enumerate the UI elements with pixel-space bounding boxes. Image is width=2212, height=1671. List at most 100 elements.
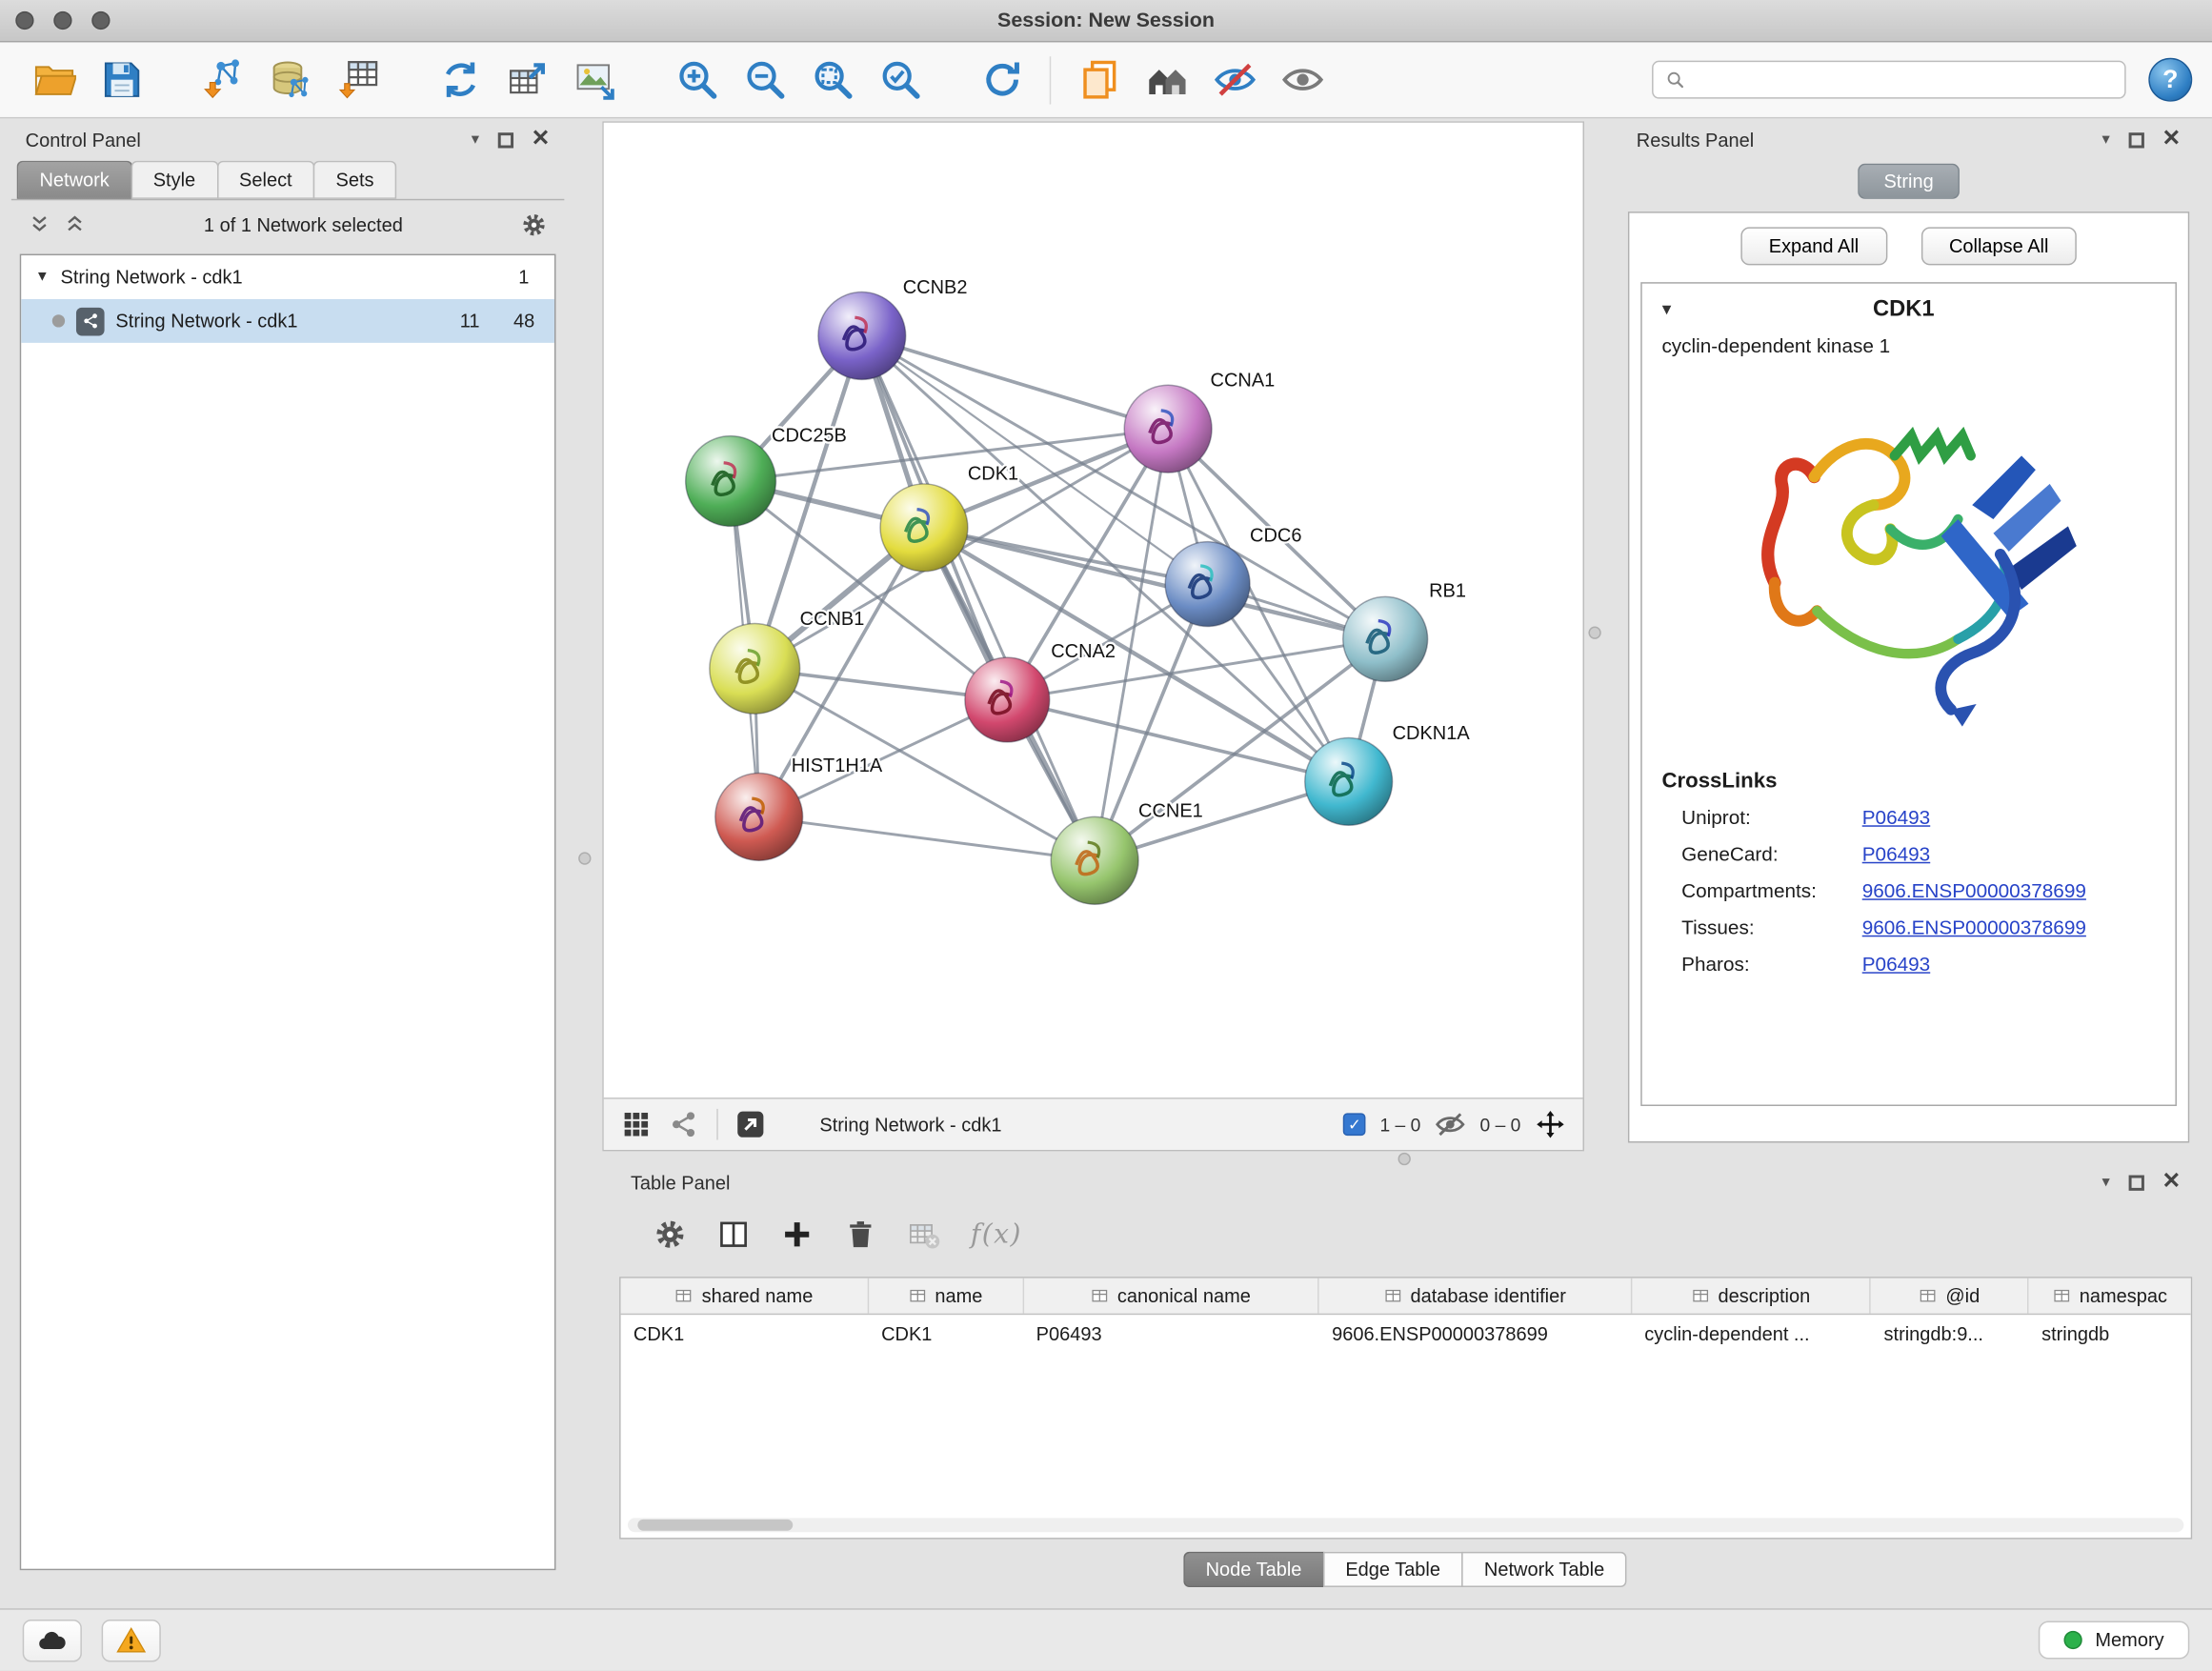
panel-float-icon[interactable] <box>2128 1175 2143 1190</box>
cell-name[interactable]: CDK1 <box>869 1323 1024 1344</box>
panel-menu-icon[interactable]: ▾ <box>2102 131 2110 147</box>
network-node-ccna2[interactable] <box>965 657 1050 742</box>
cell-shared-name[interactable]: CDK1 <box>621 1323 869 1344</box>
tab-network-table[interactable]: Network Table <box>1461 1552 1627 1587</box>
help-button[interactable]: ? <box>2148 58 2192 102</box>
network-node-cdkn1a[interactable] <box>1305 737 1393 825</box>
network-node-hist1h1a[interactable] <box>715 774 803 861</box>
network-node-cdc25b[interactable] <box>686 436 776 527</box>
tab-edge-table[interactable]: Edge Table <box>1323 1552 1463 1587</box>
splitter-handle[interactable] <box>1398 1153 1411 1165</box>
splitter-handle[interactable] <box>578 852 591 864</box>
delete-column-icon[interactable] <box>844 1218 878 1252</box>
table-row[interactable]: CDK1 CDK1 P06493 9606.ENSP00000378699 cy… <box>621 1315 2191 1353</box>
network-canvas[interactable]: CCNB2CCNA1CDC25BCDK1CDC6RB1CCNB1CCNA2CDK… <box>604 123 1583 1097</box>
warnings-button[interactable] <box>102 1619 161 1661</box>
collection-collapse-icon[interactable]: ▼ <box>35 270 50 285</box>
hide-selected-button[interactable] <box>1200 49 1268 111</box>
column-header-name[interactable]: name <box>869 1278 1024 1314</box>
network-edge-CDK1-RB1[interactable] <box>924 528 1385 639</box>
search-input[interactable] <box>1695 70 2114 91</box>
expand-all-button[interactable]: Expand All <box>1740 227 1887 265</box>
network-node-rb1[interactable] <box>1343 596 1428 681</box>
memory-button[interactable]: Memory <box>2039 1621 2189 1659</box>
import-table-button[interactable] <box>325 49 392 111</box>
network-edge-CCNB2-CCNA1[interactable] <box>862 335 1168 429</box>
export-network-button[interactable] <box>426 49 493 111</box>
add-column-icon[interactable] <box>780 1218 814 1252</box>
birdseye-grid-icon[interactable] <box>621 1109 653 1140</box>
panel-float-icon[interactable] <box>497 131 513 147</box>
cell-namespace[interactable]: stringdb <box>2029 1323 2191 1344</box>
panel-menu-icon[interactable]: ▾ <box>2102 1175 2110 1190</box>
annotations-button[interactable] <box>1065 49 1133 111</box>
open-session-button[interactable] <box>20 49 88 111</box>
zoom-fit-button[interactable] <box>798 49 866 111</box>
tab-style[interactable]: Style <box>131 161 218 199</box>
genecard-link[interactable]: P06493 <box>1862 842 1930 865</box>
column-header-canonical-name[interactable]: canonical name <box>1023 1278 1318 1314</box>
zoom-selected-button[interactable] <box>866 49 934 111</box>
column-header-description[interactable]: description <box>1632 1278 1871 1314</box>
expand-all-icon[interactable] <box>64 213 87 236</box>
tab-node-table[interactable]: Node Table <box>1183 1552 1324 1587</box>
network-node-ccne1[interactable] <box>1051 816 1138 904</box>
network-node-ccnb2[interactable] <box>818 292 906 380</box>
panel-menu-icon[interactable]: ▾ <box>472 131 479 147</box>
table-settings-gear-icon[interactable] <box>654 1218 688 1252</box>
network-options-gear-icon[interactable] <box>520 211 547 237</box>
save-session-button[interactable] <box>88 49 155 111</box>
scrollbar-thumb[interactable] <box>637 1520 793 1531</box>
panel-close-icon[interactable]: ✕ <box>2162 129 2182 151</box>
collapse-all-button[interactable]: Collapse All <box>1920 227 2077 265</box>
network-node-ccna1[interactable] <box>1124 385 1212 473</box>
tab-string[interactable]: String <box>1859 163 1960 198</box>
column-header-namespace[interactable]: namespac <box>2029 1278 2191 1314</box>
export-image-button[interactable] <box>561 49 629 111</box>
export-table-button[interactable] <box>493 49 561 111</box>
network-collection-row[interactable]: ▼ String Network - cdk1 1 <box>21 255 554 299</box>
move-crosshair-icon[interactable] <box>1535 1109 1566 1140</box>
selection-checkbox-icon[interactable]: ✓ <box>1343 1113 1366 1136</box>
zoom-in-button[interactable] <box>663 49 731 111</box>
panel-close-icon[interactable]: ✕ <box>2162 1171 2182 1194</box>
hidden-eye-slash-icon[interactable] <box>1435 1109 1466 1140</box>
show-columns-icon[interactable] <box>716 1218 751 1252</box>
splitter-handle[interactable] <box>1588 626 1600 638</box>
column-header-shared-name[interactable]: shared name <box>621 1278 869 1314</box>
cell-description[interactable]: cyclin-dependent ... <box>1632 1323 1871 1344</box>
column-header-database-identifier[interactable]: database identifier <box>1319 1278 1632 1314</box>
network-node-ccnb1[interactable] <box>710 624 800 715</box>
collapse-all-icon[interactable] <box>29 213 51 236</box>
cloud-status-button[interactable] <box>23 1619 82 1661</box>
network-node-cdk1[interactable] <box>880 484 968 572</box>
window-minimize-button[interactable] <box>53 11 71 30</box>
import-network-database-button[interactable] <box>257 49 325 111</box>
cell-canonical-name[interactable]: P06493 <box>1023 1323 1318 1344</box>
network-row[interactable]: String Network - cdk1 11 48 <box>21 299 554 343</box>
panel-close-icon[interactable]: ✕ <box>532 129 551 151</box>
network-overview-icon[interactable] <box>669 1109 700 1140</box>
export-view-icon[interactable] <box>735 1109 767 1140</box>
apply-layout-button[interactable] <box>968 49 1036 111</box>
first-neighbors-button[interactable] <box>1133 49 1200 111</box>
window-close-button[interactable] <box>15 11 33 30</box>
network-edge-CCNB2-CCNE1[interactable] <box>862 335 1095 860</box>
import-network-file-button[interactable] <box>189 49 256 111</box>
window-zoom-button[interactable] <box>91 11 110 30</box>
entry-collapse-icon[interactable]: ▼ <box>1659 302 1674 319</box>
cell-id[interactable]: stringdb:9... <box>1871 1323 2029 1344</box>
tab-sets[interactable]: Sets <box>313 161 396 199</box>
tab-network[interactable]: Network <box>17 161 132 199</box>
column-header-id[interactable]: @id <box>1871 1278 2029 1314</box>
network-edge-HIST1H1A-CCNE1[interactable] <box>759 816 1095 860</box>
zoom-out-button[interactable] <box>731 49 798 111</box>
tab-select[interactable]: Select <box>216 161 314 199</box>
pharos-link[interactable]: P06493 <box>1862 953 1930 976</box>
tissues-link[interactable]: 9606.ENSP00000378699 <box>1862 916 2086 938</box>
network-node-cdc6[interactable] <box>1165 542 1250 627</box>
horizontal-scrollbar[interactable] <box>628 1518 2183 1532</box>
compartments-link[interactable]: 9606.ENSP00000378699 <box>1862 879 2086 902</box>
uniprot-link[interactable]: P06493 <box>1862 806 1930 829</box>
show-all-button[interactable] <box>1268 49 1336 111</box>
